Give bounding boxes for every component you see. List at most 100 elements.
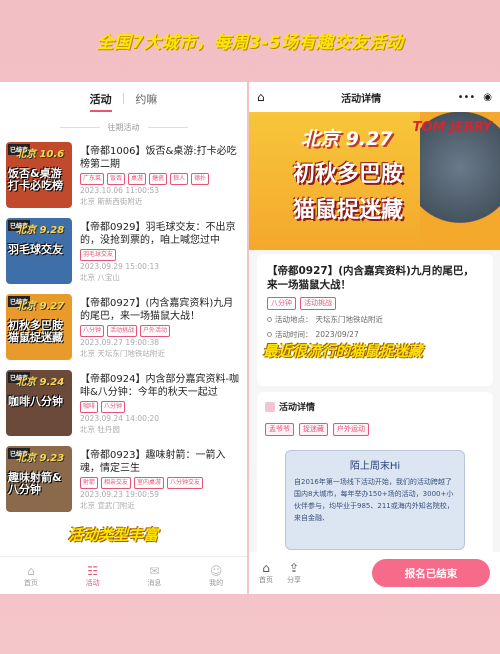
tag-row: 广东菜 饭否 桌游 搪瓷 狼人 德扑 <box>80 173 241 185</box>
event-tag: 活动挑战 <box>107 325 138 337</box>
caption-overlay-right: 最近很流行的猫鼠捉迷藏 <box>263 344 423 360</box>
event-tag: 八分钟 <box>267 297 296 310</box>
detail-tag: 孟爷爷 <box>265 423 294 436</box>
detail-bottom-bar: ⌂ 首页 ⇪ 分享 报名已结束 <box>249 552 500 594</box>
mini-program-controls: ••• ◉ <box>458 92 492 103</box>
event-tag: 饭否 <box>107 173 126 185</box>
activity-list-screen: 活动 | 约嘛 往期活动 已结束 北京 10.6 饭否&桌游打卡必吃榜 【帝都1006… <box>0 82 247 594</box>
event-time: 2023.09.29 15:00:13 <box>80 262 160 271</box>
detail-card: 活动详情 孟爷爷 捉迷藏 户外运动 陌上周末Hi 自2016年第一场线下活动开始… <box>257 392 493 562</box>
event-list: 已结束 北京 10.6 饭否&桌游打卡必吃榜 【帝都1006】饭否&桌游:打卡必吃榜第… <box>0 142 247 522</box>
detail-nav: ⌂ 首页 ⇪ 分享 <box>259 561 301 585</box>
event-info-card: 【帝都0927】(内含嘉宾资料)九月的尾巴，来一场猫鼠大战！ 八分钟 活动挑战 … <box>257 254 493 386</box>
event-list-item[interactable]: 已结束 北京 10.6 饭否&桌游打卡必吃榜 【帝都1006】饭否&桌游:打卡必吃榜第… <box>6 142 241 218</box>
event-tags: 八分钟 活动挑战 <box>267 297 483 310</box>
thumb-title: 饭否&桌游打卡必吃榜 <box>8 167 63 192</box>
detail-tag: 户外运动 <box>333 423 369 436</box>
event-tag: 羽毛球交友 <box>80 249 117 261</box>
event-title: 【帝都0923】趣味射箭：一箭入魂，情定三生 <box>80 450 226 474</box>
thumb-title: 咖啡八分钟 <box>8 395 63 408</box>
location-value: 天坛东门地铁站附近 <box>315 315 384 324</box>
event-thumbnail: 已结束 北京 9.27 初秋多巴胺猫鼠捉迷藏 <box>6 294 72 360</box>
tom-jerry-logo: TOM JERRY <box>412 120 492 135</box>
close-circle-icon[interactable]: ◉ <box>483 92 492 103</box>
home-icon: ⌂ <box>27 563 35 578</box>
event-list-item[interactable]: 已结束 北京 9.23 趣味射箭&八分钟 【帝都0923】趣味射箭：一箭入魂，情定三生… <box>6 446 241 522</box>
event-location: 北京 宣武门附近 <box>80 501 135 510</box>
event-tag: 广东菜 <box>80 173 105 185</box>
time-value: 2023/09/27 <box>315 330 359 339</box>
nav-profile[interactable]: ☺ 我的 <box>185 557 247 594</box>
nav-home[interactable]: ⌂ 首页 <box>259 561 273 585</box>
tab-date[interactable]: 约嘛 <box>135 91 157 112</box>
event-tag: 狼人 <box>170 173 189 185</box>
tag-row: 八分钟 活动挑战 户外活动 <box>80 325 241 337</box>
event-tag: 搪瓷 <box>149 173 168 185</box>
thumb-title: 初秋多巴胺猫鼠捉迷藏 <box>8 319 63 344</box>
clock-icon <box>267 332 272 337</box>
nav-home[interactable]: ⌂ 首页 <box>0 557 62 594</box>
event-body: 【帝都0923】趣味射箭：一箭入魂，情定三生 射箭 相亲交友 室内桌游 八分钟交友 202… <box>72 446 241 522</box>
event-list-item[interactable]: 已结束 北京 9.27 初秋多巴胺猫鼠捉迷藏 【帝都0927】(内含嘉宾资料)九月的尾… <box>6 294 241 370</box>
tag-row: 咖啡 八分钟 <box>80 401 241 413</box>
intro-box: 陌上周末Hi 自2016年第一场线下活动开始，我们的活动跨越了国内8大城市，每年… <box>285 450 465 550</box>
event-thumbnail: 已结束 北京 9.24 咖啡八分钟 <box>6 370 72 436</box>
home-icon[interactable]: ⌂ <box>257 90 265 104</box>
event-tag: 桌游 <box>128 173 147 185</box>
nav-activity[interactable]: ☷ 活动 <box>62 557 124 594</box>
signup-button[interactable]: 报名已结束 <box>372 559 490 587</box>
event-time: 2023.10.06 11:00:53 <box>80 186 160 195</box>
detail-tag: 捉迷藏 <box>299 423 328 436</box>
event-body: 【帝都0924】内含部分嘉宾资料-咖啡&八分钟：今年的秋天一起过 咖啡 八分钟 202… <box>72 370 241 446</box>
event-location: 北京 斯新西街附近 <box>80 197 143 206</box>
top-banner: 全国7大城市，每周3-5场有趣交友活动 <box>0 0 500 80</box>
event-list-item[interactable]: 已结束 北京 9.24 咖啡八分钟 【帝都0924】内含部分嘉宾资料-咖啡&八分钟：今… <box>6 370 241 446</box>
nav-share[interactable]: ⇪ 分享 <box>287 561 301 585</box>
hero-title-line1: 初秋多巴胺 <box>293 162 404 187</box>
home-icon: ⌂ <box>262 561 270 575</box>
event-location: 北京 牡丹园 <box>80 425 120 434</box>
thumb-city: 北京 10.6 <box>16 149 65 160</box>
tag-row: 羽毛球交友 <box>80 249 241 261</box>
event-thumbnail: 已结束 北京 10.6 饭否&桌游打卡必吃榜 <box>6 142 72 208</box>
caption-overlay: 活动类型丰富 <box>68 526 159 544</box>
location-icon <box>267 317 272 322</box>
activity-detail-screen: ⌂ 活动详情 ••• ◉ TOM JERRY 北京 9.27 初秋多巴胺 猫鼠捉… <box>249 82 500 594</box>
banner-text: 全国7大城市，每周3-5场有趣交友活动 <box>96 32 404 53</box>
nav-message[interactable]: ✉ 消息 <box>124 557 186 594</box>
event-tag: 室内桌游 <box>134 477 165 489</box>
event-body: 【帝都0929】羽毛球交友：不出京的，没抢到票的，咱上喊您过中羽毛球交友 2023… <box>72 218 241 294</box>
tab-activity[interactable]: 活动 <box>89 91 112 112</box>
event-title: 【帝都0929】羽毛球交友：不出京的，没抢到票的，咱上喊您过中 <box>80 222 236 246</box>
event-tag: 射箭 <box>80 477 99 489</box>
hero-date: 北京 9.27 <box>301 128 393 150</box>
event-thumbnail: 已结束 北京 9.23 趣味射箭&八分钟 <box>6 446 72 512</box>
event-title: 【帝都0927】(内含嘉宾资料)九月的尾巴，来一场猫鼠大战！ <box>267 265 474 291</box>
thumb-city: 北京 9.27 <box>16 301 65 312</box>
event-thumbnail: 已结束 北京 9.28 羽毛球交友 <box>6 218 72 284</box>
event-tag: 八分钟 <box>101 401 126 413</box>
event-list-item[interactable]: 已结束 北京 9.28 羽毛球交友 【帝都0929】羽毛球交友：不出京的，没抢到票的，… <box>6 218 241 294</box>
event-time: 2023.09.24 14:00:20 <box>80 414 160 423</box>
event-title: 【帝都0927】(内含嘉宾资料)九月的尾巴，来一场猫鼠大战！ <box>80 298 234 322</box>
share-icon: ⇪ <box>288 561 300 575</box>
event-tag: 户外活动 <box>140 325 171 337</box>
section-label: 往期活动 <box>107 122 140 132</box>
intro-text: 自2016年第一场线下活动开始，我们的活动跨越了国内8大城市，每年举办150+场… <box>294 478 454 522</box>
event-location: 北京 八宝山 <box>80 273 120 282</box>
bottom-nav: ⌂ 首页 ☷ 活动 ✉ 消息 ☺ 我的 <box>0 556 247 594</box>
hero-poster: TOM JERRY 北京 9.27 初秋多巴胺 猫鼠捉迷藏 <box>249 112 500 250</box>
event-tag: 八分钟 <box>80 325 105 337</box>
event-location: 北京 天坛东门地铁站附近 <box>80 349 165 358</box>
profile-icon: ☺ <box>209 563 223 578</box>
message-icon: ✉ <box>149 563 160 578</box>
more-icon[interactable]: ••• <box>458 92 476 103</box>
document-icon <box>265 401 275 412</box>
location-row: 活动地点： 天坛东门地铁站附近 <box>267 314 483 325</box>
section-divider: 往期活动 <box>0 112 247 142</box>
intro-title: 陌上周末Hi <box>349 461 401 472</box>
event-body: 【帝都1006】饭否&桌游:打卡必吃榜第二期 广东菜 饭否 桌游 搪瓷 狼人 德扑 2023.… <box>72 142 241 218</box>
detail-heading: 活动详情 <box>265 400 485 413</box>
thumb-city: 北京 9.24 <box>16 377 65 388</box>
detail-header: ⌂ 活动详情 ••• ◉ <box>249 82 500 112</box>
